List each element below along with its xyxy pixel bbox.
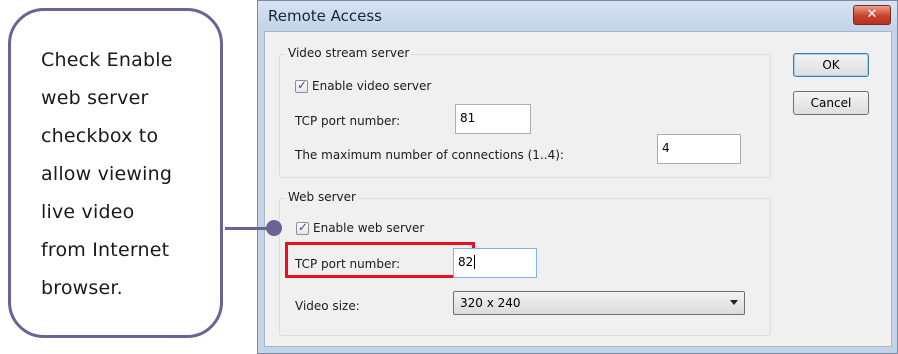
checkmark-icon: ✓ [298, 220, 309, 234]
enable-video-server-label[interactable]: Enable video server [312, 79, 431, 93]
video-size-label: Video size: [295, 299, 360, 313]
video-port-label: TCP port number: [295, 114, 401, 128]
chevron-down-icon [730, 300, 738, 305]
web-port-input[interactable]: 82 [453, 248, 537, 278]
remote-access-dialog: Remote Access ✕ Video stream server ✓ En… [257, 0, 898, 354]
callout-line-2: web server [41, 87, 149, 109]
dialog-body: Video stream server ✓ Enable video serve… [264, 31, 892, 347]
close-icon: ✕ [866, 7, 878, 22]
callout-line-1: Check Enable [41, 49, 173, 71]
cancel-button[interactable]: Cancel [793, 91, 869, 115]
ok-button[interactable]: OK [793, 53, 869, 77]
max-connections-label: The maximum number of connections (1..4)… [295, 148, 564, 162]
max-connections-input[interactable]: 4 [657, 134, 741, 164]
close-button[interactable]: ✕ [853, 5, 891, 25]
text-caret [474, 255, 476, 269]
callout-connector-dot [266, 220, 282, 236]
web-server-group-label: Web server [286, 190, 358, 204]
callout-line-6: from Internet [41, 239, 170, 261]
video-stream-group-label: Video stream server [286, 46, 412, 60]
callout-line-3: checkbox to [41, 125, 159, 147]
video-port-input[interactable]: 81 [455, 104, 531, 134]
checkmark-icon: ✓ [297, 78, 308, 92]
callout-bubble: Check Enable web server checkbox to allo… [8, 8, 223, 338]
web-port-value: 82 [458, 255, 474, 269]
callout-line-4: allow viewing [41, 163, 173, 185]
callout-line-5: live video [41, 201, 135, 223]
dialog-title: Remote Access [268, 7, 382, 25]
title-bar[interactable]: Remote Access ✕ [258, 1, 897, 31]
enable-web-server-checkbox[interactable]: ✓ [296, 220, 309, 235]
callout-line-7: browser. [41, 277, 123, 299]
video-size-select[interactable]: 320 x 240 [453, 291, 745, 315]
callout-text: Check Enable web server checkbox to allo… [41, 41, 216, 307]
enable-video-server-checkbox[interactable]: ✓ [295, 78, 308, 93]
enable-web-server-label[interactable]: Enable web server [313, 221, 424, 235]
video-size-value: 320 x 240 [460, 296, 521, 310]
web-port-label: TCP port number: [295, 257, 401, 271]
